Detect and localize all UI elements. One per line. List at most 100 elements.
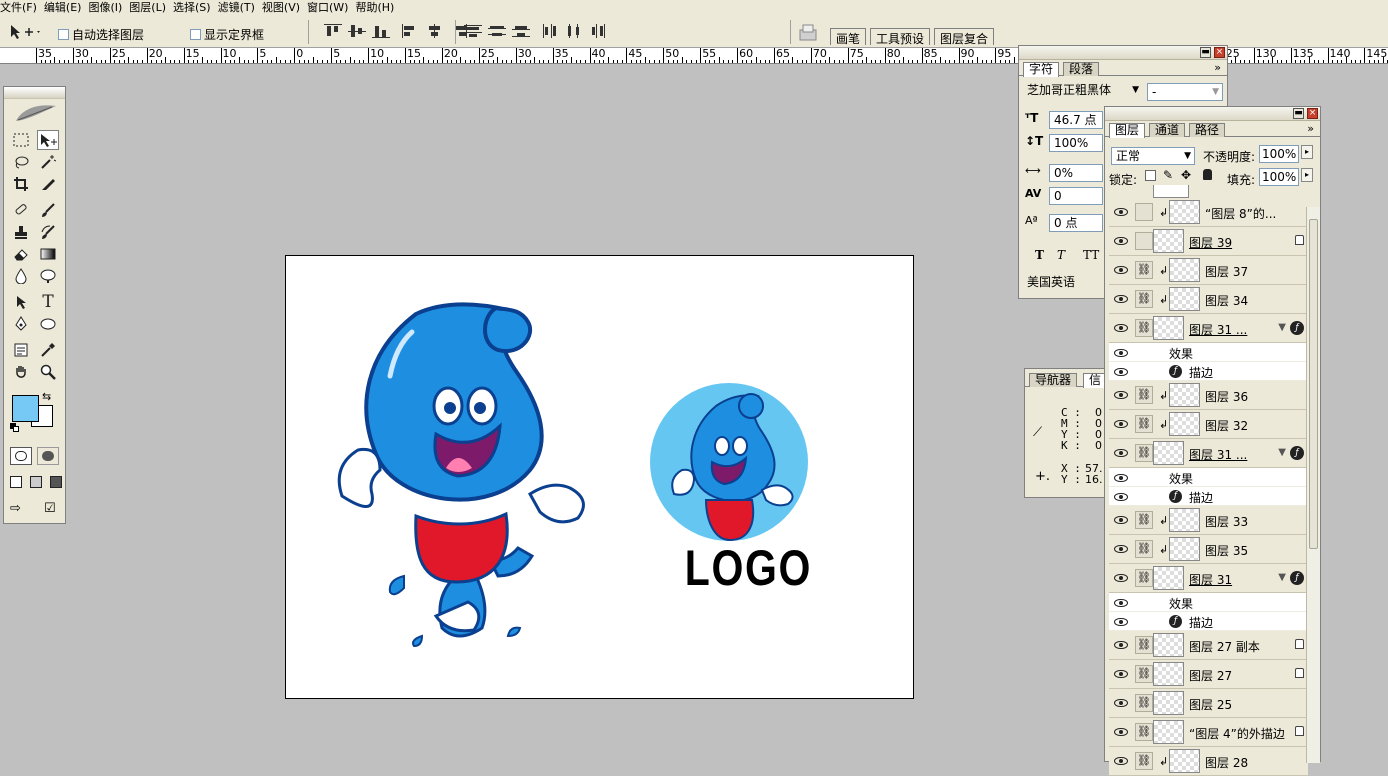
layer-row[interactable]: ⛓ 图层 31 ... ▼ ƒ — [1109, 314, 1308, 343]
crop-tool-icon[interactable] — [10, 174, 32, 194]
clone-stamp-icon[interactable] — [10, 222, 32, 242]
align-top-icon[interactable] — [324, 24, 342, 38]
lock-position-icon[interactable]: ✥ — [1181, 168, 1191, 182]
distribute-hcenter-icon[interactable] — [566, 24, 584, 38]
quick-mask-icon[interactable] — [37, 447, 59, 465]
lasso-tool-icon[interactable] — [10, 152, 32, 172]
visibility-eye-icon[interactable] — [1112, 447, 1130, 459]
menu-layer[interactable]: 图层(L) — [129, 0, 173, 15]
healing-brush-icon[interactable] — [10, 200, 32, 220]
eyedropper-icon[interactable] — [37, 340, 59, 360]
layer-row[interactable]: ⛓ 图层 31 ... ▼ ƒ — [1109, 439, 1308, 468]
swap-colors-icon[interactable]: ⇆ — [42, 390, 51, 403]
panel-menu-icon[interactable]: » — [1214, 61, 1221, 74]
stroke-effect-row[interactable]: ƒ 描边 — [1109, 362, 1308, 381]
menu-view[interactable]: 视图(V) — [262, 0, 307, 15]
distribute-right-icon[interactable] — [590, 24, 608, 38]
vertical-scale-field[interactable]: 100% — [1049, 134, 1103, 152]
visibility-eye-icon[interactable] — [1112, 235, 1130, 247]
distribute-top-icon[interactable] — [464, 24, 482, 38]
faux-bold-button[interactable]: T — [1035, 248, 1044, 262]
layer-row[interactable]: ⛓ ↲ 图层 34 — [1109, 285, 1308, 314]
menu-edit[interactable]: 编辑(E) — [44, 0, 89, 15]
effects-row[interactable]: 效果 — [1109, 468, 1308, 487]
file-browser-icon[interactable] — [798, 22, 818, 42]
menu-file[interactable]: 文件(F) — [0, 0, 44, 15]
zoom-tool-icon[interactable] — [37, 362, 59, 382]
magic-wand-icon[interactable] — [37, 152, 59, 172]
eraser-tool-icon[interactable] — [10, 244, 32, 264]
layer-link-icon[interactable]: ⛓ — [1135, 723, 1153, 741]
layer-link-icon[interactable]: ⛓ — [1135, 261, 1153, 279]
marquee-tool-icon[interactable] — [10, 130, 32, 150]
effects-row[interactable]: 效果 — [1109, 593, 1308, 612]
show-bounds-checkbox[interactable]: 显示定界框 — [190, 26, 264, 43]
minimize-icon[interactable]: ▬ — [1293, 108, 1304, 119]
layer-link-icon[interactable]: ⛓ — [1135, 386, 1153, 404]
pen-tool-icon[interactable] — [10, 314, 32, 334]
layer-link-icon[interactable]: ⛓ — [1135, 752, 1153, 770]
layer-row[interactable]: ⛓ “图层 4”的外描边 — [1109, 718, 1308, 747]
fill-field[interactable]: 100% — [1259, 168, 1299, 186]
stroke-effect-row[interactable]: ƒ 描边 — [1109, 487, 1308, 506]
feather-logo-icon[interactable] — [4, 99, 65, 127]
layer-link-slot[interactable] — [1135, 203, 1153, 221]
foreground-color-swatch[interactable] — [12, 395, 39, 422]
lock-transparency-icon[interactable] — [1145, 170, 1156, 181]
layer-row[interactable]: ⛓ 图层 27 副本 — [1109, 631, 1308, 660]
expand-effects-icon[interactable]: ▼ — [1278, 322, 1286, 333]
close-icon[interactable]: × — [1214, 47, 1225, 58]
menu-image[interactable]: 图像(I) — [88, 0, 129, 15]
minimize-icon[interactable]: ▬ — [1200, 47, 1211, 58]
align-left-icon[interactable] — [402, 24, 420, 38]
visibility-eye-icon[interactable] — [1112, 755, 1130, 767]
tab-tool-presets[interactable]: 工具预设 — [870, 28, 931, 46]
tab-navigator[interactable]: 导航器 — [1029, 373, 1078, 387]
history-brush-icon[interactable] — [37, 222, 59, 242]
edit-in-imageready-icon[interactable]: ☑ — [44, 501, 62, 517]
layer-row[interactable]: ⛓ ↲ 图层 36 — [1109, 381, 1308, 410]
align-bottom-icon[interactable] — [372, 24, 390, 38]
visibility-eye-icon[interactable] — [1112, 697, 1130, 709]
visibility-eye-icon[interactable] — [1112, 347, 1130, 359]
layer-row[interactable]: ⛓ ↲ 图层 33 — [1109, 506, 1308, 535]
layer-link-icon[interactable]: ⛓ — [1135, 415, 1153, 433]
blend-mode-select[interactable]: 正常 ▼ — [1111, 147, 1195, 165]
layer-link-icon[interactable]: ⛓ — [1135, 290, 1153, 308]
dodge-tool-icon[interactable] — [37, 266, 59, 286]
type-tool-icon[interactable]: T — [37, 292, 59, 312]
visibility-eye-icon[interactable] — [1112, 418, 1130, 430]
layer-link-icon[interactable]: ⛓ — [1135, 319, 1153, 337]
layer-link-icon[interactable]: ⛓ — [1135, 511, 1153, 529]
tab-layers[interactable]: 图层 — [1109, 123, 1146, 138]
brush-tool-icon[interactable] — [37, 200, 59, 220]
align-vcenter-icon[interactable] — [348, 24, 366, 38]
visibility-eye-icon[interactable] — [1112, 322, 1130, 334]
language-select[interactable]: 美国英语 — [1023, 274, 1109, 292]
visibility-eye-icon[interactable] — [1112, 472, 1130, 484]
document-canvas[interactable]: LOGO — [285, 255, 914, 699]
effects-row[interactable]: 效果 — [1109, 343, 1308, 362]
scrollbar-thumb[interactable] — [1309, 219, 1318, 549]
default-colors-icon[interactable] — [10, 423, 20, 433]
visibility-eye-icon[interactable] — [1112, 206, 1130, 218]
all-caps-button[interactable]: TT — [1083, 248, 1099, 262]
layer-row[interactable]: ⛓ ↲ 图层 37 — [1109, 256, 1308, 285]
path-selection-icon[interactable] — [10, 292, 32, 312]
full-screen-icon[interactable] — [50, 476, 62, 488]
move-tool-preset-picker[interactable] — [8, 22, 42, 42]
visibility-eye-icon[interactable] — [1112, 293, 1130, 305]
visibility-eye-icon[interactable] — [1112, 543, 1130, 555]
tracking-field[interactable]: 0% — [1049, 164, 1103, 182]
visibility-eye-icon[interactable] — [1112, 491, 1130, 503]
visibility-eye-icon[interactable] — [1112, 366, 1130, 378]
visibility-eye-icon[interactable] — [1112, 616, 1130, 628]
distribute-vcenter-icon[interactable] — [488, 24, 506, 38]
visibility-eye-icon[interactable] — [1112, 639, 1130, 651]
gradient-tool-icon[interactable] — [37, 244, 59, 264]
layer-row[interactable]: ↲ “图层 8”的... — [1109, 198, 1308, 227]
slice-tool-icon[interactable] — [37, 174, 59, 194]
tab-character[interactable]: 字符 — [1023, 62, 1060, 77]
tab-layer-comps[interactable]: 图层复合 — [934, 28, 995, 46]
tab-channels[interactable]: 通道 — [1149, 123, 1186, 137]
